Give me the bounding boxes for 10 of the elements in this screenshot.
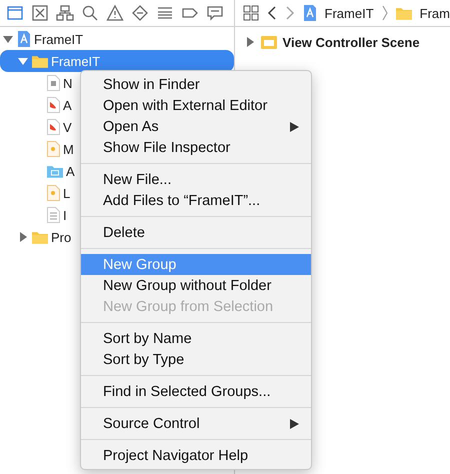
item-label: N [63, 76, 72, 90]
item-label: M [63, 142, 74, 156]
item-label: A [63, 98, 72, 112]
item-label: L [63, 186, 70, 200]
item-label: FrameIT [51, 54, 100, 68]
item-label: I [63, 208, 67, 222]
item-label: Pro [51, 230, 72, 244]
item-label: A [66, 164, 75, 178]
item-label: V [63, 120, 72, 134]
item-label: FrameIT [34, 32, 84, 46]
